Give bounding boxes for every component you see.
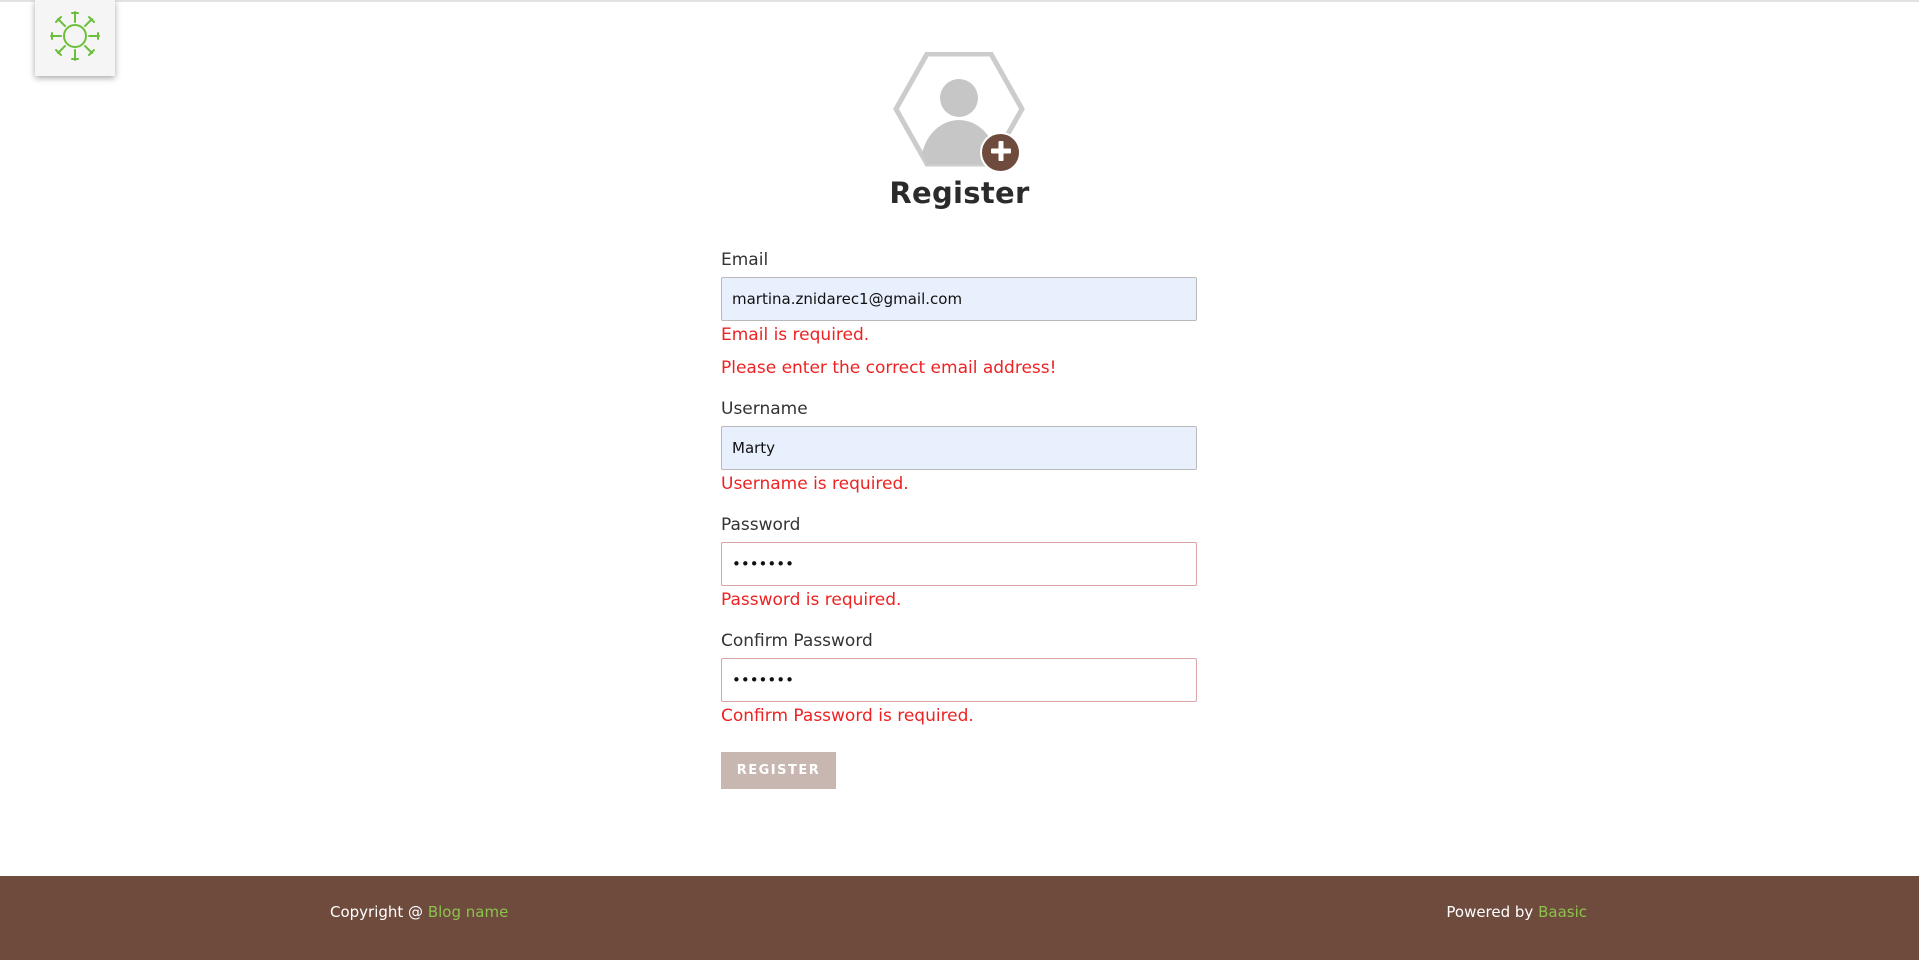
top-divider bbox=[0, 0, 1919, 2]
footer-powered-by: Powered by Baasic bbox=[1446, 903, 1587, 921]
sunburst-logo-icon bbox=[47, 8, 103, 68]
username-field[interactable] bbox=[721, 426, 1197, 470]
password-required-error: Password is required. bbox=[721, 590, 902, 610]
confirm-password-field[interactable] bbox=[721, 658, 1197, 702]
register-button[interactable]: REGISTER bbox=[721, 752, 836, 789]
logo[interactable] bbox=[35, 0, 115, 76]
username-label: Username bbox=[721, 399, 808, 419]
username-required-error: Username is required. bbox=[721, 474, 909, 494]
copyright-text: Copyright @ bbox=[330, 903, 428, 921]
powered-by-text: Powered by bbox=[1446, 903, 1539, 921]
password-label: Password bbox=[721, 515, 801, 535]
email-label: Email bbox=[721, 250, 769, 270]
confirm-password-required-error: Confirm Password is required. bbox=[721, 706, 974, 726]
email-required-error: Email is required. bbox=[721, 325, 870, 345]
baasic-link[interactable]: Baasic bbox=[1538, 903, 1587, 921]
footer: Copyright @ Blog name Powered by Baasic bbox=[0, 876, 1919, 960]
email-field[interactable] bbox=[721, 277, 1197, 321]
page-title: Register bbox=[889, 176, 1030, 210]
footer-copyright: Copyright @ Blog name bbox=[330, 903, 508, 921]
confirm-password-label: Confirm Password bbox=[721, 631, 873, 651]
plus-icon bbox=[989, 139, 1013, 167]
blog-name-link[interactable]: Blog name bbox=[428, 903, 508, 921]
email-format-error: Please enter the correct email address! bbox=[721, 358, 1057, 378]
password-field[interactable] bbox=[721, 542, 1197, 586]
add-photo-button[interactable] bbox=[980, 132, 1021, 173]
avatar-upload[interactable] bbox=[893, 52, 1025, 176]
